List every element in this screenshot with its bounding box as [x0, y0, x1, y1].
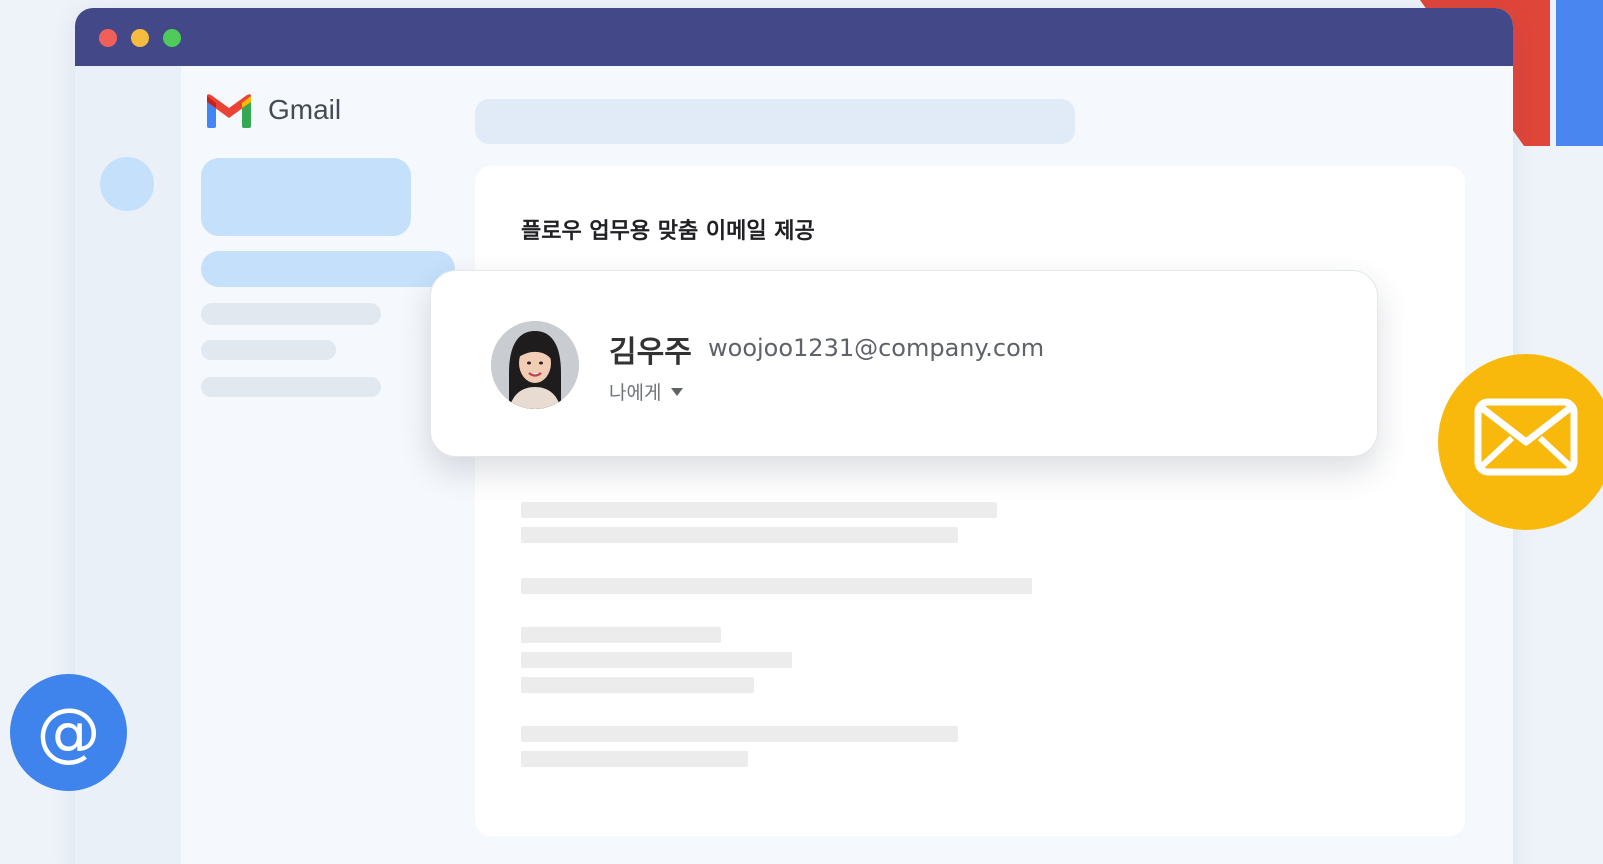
account-avatar-placeholder[interactable]	[100, 157, 154, 211]
at-sign-glyph: @	[36, 695, 101, 770]
nav-item-placeholder[interactable]	[201, 340, 336, 360]
body-text-placeholder	[521, 751, 748, 767]
nav-item-active-placeholder[interactable]	[201, 251, 455, 287]
search-bar-placeholder[interactable]	[475, 99, 1075, 144]
minimize-dot[interactable]	[131, 29, 149, 47]
maximize-dot[interactable]	[163, 29, 181, 47]
sender-card: 김우주 woojoo1231@company.com 나에게	[430, 270, 1378, 457]
recipient-dropdown[interactable]: 나에게	[609, 378, 684, 405]
email-view: 플로우 업무용 맞춤 이메일 제공	[475, 166, 1465, 836]
at-sign-icon: @	[10, 674, 127, 791]
sender-avatar[interactable]	[491, 321, 579, 409]
recipient-label: 나에게	[609, 382, 662, 404]
sender-name: 김우주	[609, 335, 692, 370]
window-titlebar	[75, 8, 1513, 66]
body-text-placeholder	[521, 677, 754, 693]
body-text-placeholder	[521, 578, 1032, 594]
body-text-placeholder	[521, 627, 721, 643]
body-text-placeholder	[521, 652, 792, 668]
body-text-placeholder	[521, 527, 958, 543]
gmail-m-logo	[207, 94, 251, 128]
email-subject: 플로우 업무용 맞춤 이메일 제공	[521, 219, 815, 244]
nav-item-placeholder[interactable]	[201, 303, 381, 325]
body-text-placeholder	[521, 502, 997, 518]
app-name: Gmail	[268, 94, 342, 125]
nav-item-placeholder[interactable]	[201, 377, 381, 397]
envelope-icon	[1438, 354, 1603, 530]
caret-down-icon[interactable]	[671, 387, 684, 396]
compose-button-placeholder[interactable]	[201, 158, 411, 236]
close-dot[interactable]	[99, 29, 117, 47]
sender-email: woojoo1231@company.com	[708, 334, 1045, 362]
decorative-blue-corner	[1556, 0, 1603, 146]
body-text-placeholder	[521, 726, 958, 742]
